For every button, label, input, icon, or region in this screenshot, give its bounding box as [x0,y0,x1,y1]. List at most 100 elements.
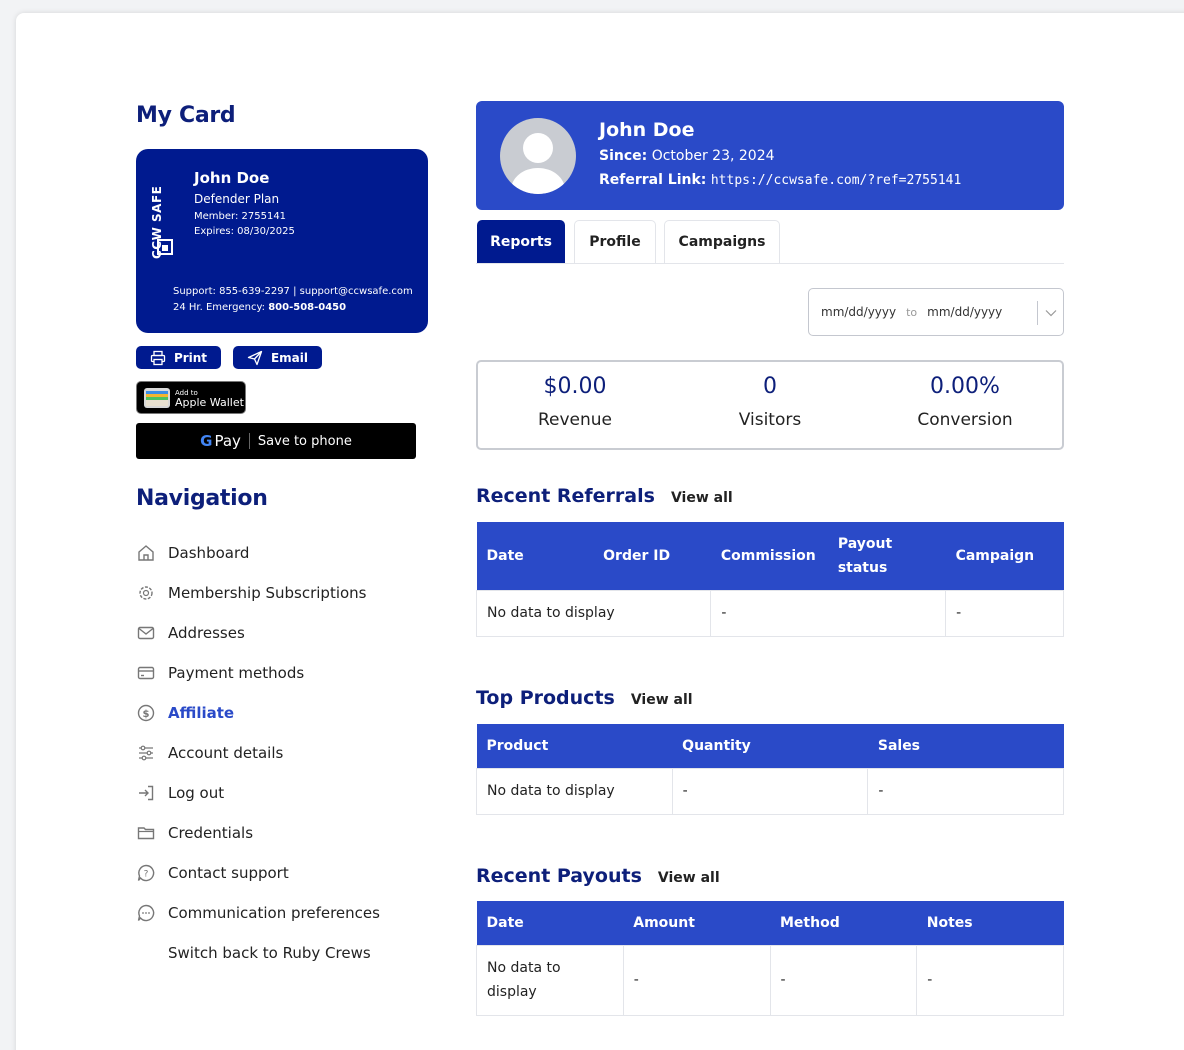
google-pay-button[interactable]: G Pay Save to phone [136,423,416,459]
column-header: Date [476,522,594,590]
payouts-table: Date Amount Method Notes No data to disp… [476,901,1064,1016]
profile-referral: Referral Link: https://ccwsafe.com/?ref=… [599,172,961,188]
gpay-action: Save to phone [257,433,352,449]
shield-logo-icon [157,239,173,255]
products-title: Top Products [476,687,615,709]
nav-label: Switch back to Ruby Crews [168,944,371,962]
table-cell: No data to display [475,589,712,637]
profile-banner: John Doe Since: October 23, 2024 Referra… [476,101,1064,210]
products-table: Product Quantity Sales No data to displa… [476,724,1064,815]
user-placeholder-icon [511,133,565,194]
dollar-icon: $ [137,704,155,722]
referral-label: Referral Link: [599,172,707,188]
nav-label: Addresses [168,624,245,642]
home-icon [138,545,154,561]
nav-label: Log out [168,784,225,802]
wallet-big-label: Apple Wallet [175,395,244,409]
logout-icon [139,785,154,801]
tab-profile[interactable]: Profile [574,220,656,263]
date-range-picker[interactable]: mm/dd/yyyy to mm/dd/yyyy [808,288,1064,336]
table-cell: - [671,767,869,815]
tab-bar: Reports Profile Campaigns [476,220,1064,264]
since-value: October 23, 2024 [651,148,775,164]
products-view-all-link[interactable]: View all [631,692,693,708]
gpay-label: Pay [214,432,241,450]
table-cell: - [710,589,947,637]
stat-value: 0.00% [930,374,1000,399]
tab-campaigns[interactable]: Campaigns [664,220,780,263]
email-button[interactable]: Email [233,346,322,369]
stat-value: $0.00 [543,374,607,399]
nav-item-switch-back[interactable]: Switch back to Ruby Crews [136,933,436,973]
nav-label: Communication preferences [168,904,380,922]
printer-icon [150,350,166,365]
nav-item-account-details[interactable]: Account details [136,733,436,773]
nav-item-communication-preferences[interactable]: Communication preferences [136,893,436,933]
navigation-title: Navigation [136,486,268,511]
nav-label: Credentials [168,824,254,842]
stat-revenue: $0.00 Revenue [478,362,672,430]
table-header-row: Date Amount Method Notes [476,901,1064,945]
column-header: Order ID [593,522,711,590]
gear-icon [139,586,153,600]
column-header: Quantity [672,724,868,768]
nav-label: Membership Subscriptions [168,584,367,602]
nav-item-addresses[interactable]: Addresses [136,613,436,653]
products-header: Top Products View all [476,687,693,709]
card-name: John Doe [194,169,270,187]
date-to-input[interactable]: mm/dd/yyyy [927,305,1002,319]
table-cell: - [945,589,1064,637]
membership-card: CCW SAFE John Doe Defender Plan Member: … [136,149,428,333]
card-support: Support: 855-639-2297 | support@ccwsafe.… [173,286,413,297]
stats-panel: $0.00 Revenue 0 Visitors 0.00% Conversio… [476,360,1064,450]
print-label: Print [173,350,208,365]
card-emergency: 24 Hr. Emergency: 800-508-0450 [173,302,346,313]
stat-label: Visitors [738,410,802,430]
referrals-view-all-link[interactable]: View all [671,490,733,506]
referrals-header: Recent Referrals View all [476,485,733,507]
column-header: Payout status [827,522,946,590]
chevron-down-icon[interactable] [1037,301,1063,325]
column-header: Amount [623,901,770,945]
print-button[interactable]: Print [136,346,221,369]
payouts-title: Recent Payouts [476,865,642,887]
envelope-icon [137,626,155,640]
stat-value: 0 [763,374,777,399]
card-member: Member: 2755141 [194,211,287,222]
wallet-icon [144,387,170,408]
folder-icon [137,827,155,840]
table-header-row: Product Quantity Sales [476,724,1064,768]
email-label: Email [270,350,309,365]
navigation-menu: Dashboard Membership Subscriptions Addre… [136,533,436,973]
help-chat-icon: ? [137,864,155,882]
column-header: Sales [867,724,1064,768]
add-to-apple-wallet-button[interactable]: Add to Apple Wallet [136,381,246,414]
svg-text:?: ? [144,870,149,880]
referral-link[interactable]: https://ccwsafe.com/?ref=2755141 [711,173,961,188]
column-header: Notes [916,901,1064,945]
nav-item-log-out[interactable]: Log out [136,773,436,813]
gpay-separator [248,433,250,449]
nav-item-payment-methods[interactable]: Payment methods [136,653,436,693]
payouts-header: Recent Payouts View all [476,865,720,887]
column-header: Date [476,901,624,945]
nav-label: Payment methods [168,664,305,682]
nav-item-contact-support[interactable]: ? Contact support [136,853,436,893]
emergency-number: 800-508-0450 [268,302,347,313]
column-header: Method [770,901,917,945]
column-header: Campaign [945,522,1064,590]
nav-item-dashboard[interactable]: Dashboard [136,533,436,573]
nav-item-credentials[interactable]: Credentials [136,813,436,853]
tab-reports[interactable]: Reports [477,220,565,263]
date-from-input[interactable]: mm/dd/yyyy [821,305,896,319]
nav-item-membership-subscriptions[interactable]: Membership Subscriptions [136,573,436,613]
wallet-text: Add to Apple Wallet [175,388,244,408]
table-row: No data to display - - [475,589,1064,637]
since-label: Since: [599,148,648,164]
nav-item-affiliate[interactable]: $ Affiliate [136,693,436,733]
payouts-view-all-link[interactable]: View all [658,870,720,886]
credit-card-icon [137,666,155,680]
column-header: Product [476,724,673,768]
date-to-label: to [906,305,918,319]
sliders-icon [139,745,153,761]
